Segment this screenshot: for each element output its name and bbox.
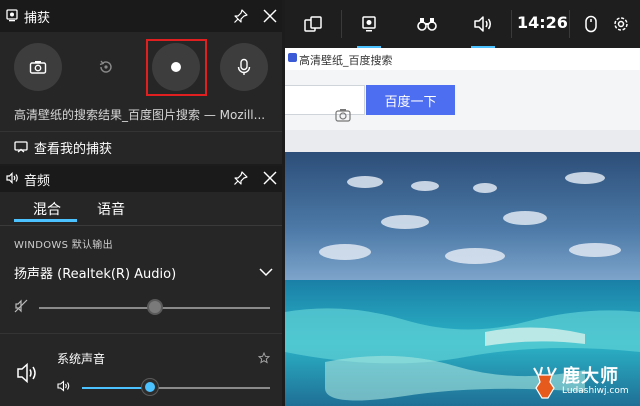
audio-header: 音频 (0, 166, 282, 192)
performance-widget-button[interactable] (407, 0, 447, 48)
mic-icon (237, 58, 251, 75)
system-volume-thumb[interactable] (141, 379, 158, 395)
mouse-icon (585, 15, 597, 33)
pin-icon[interactable] (233, 8, 249, 24)
deer-logo-icon (533, 366, 557, 399)
binoculars-icon (417, 18, 437, 31)
widget-menu-icon (304, 16, 322, 32)
watermark: 鹿大师 Ludashiwj.com (528, 362, 640, 406)
browser-tab-strip: 高清壁纸_百度搜索 (285, 48, 640, 70)
close-icon[interactable] (262, 8, 278, 24)
record-highlight-box (146, 39, 207, 96)
capture-icon (362, 16, 376, 32)
browser-tab-title[interactable]: 高清壁纸_百度搜索 (299, 52, 393, 68)
capture-header-icon (6, 9, 18, 22)
system-sounds-label: 系统声音 (57, 352, 106, 366)
chevron-down-icon (259, 268, 273, 277)
capture-divider (0, 131, 282, 132)
baidu-logo-icon (288, 53, 297, 62)
browser-filter-strip (285, 130, 640, 152)
pin-icon[interactable] (233, 170, 249, 186)
see-my-captures-link[interactable]: 查看我的捕获 (14, 137, 112, 157)
baidu-search-button[interactable]: 百度一下 (366, 85, 455, 115)
browser-search-row: 百度一下 (285, 70, 640, 130)
widget-menu-button[interactable] (293, 0, 333, 48)
camera-icon (29, 61, 47, 74)
clock: 14:26 (517, 13, 568, 32)
see-my-captures-label: 查看我的捕获 (34, 141, 113, 157)
device-volume-thumb[interactable] (146, 299, 163, 315)
capture-widget: 捕获 高清壁纸的搜索结果_百度图片搜索 — Mozill... 查看我的捕获 (0, 0, 282, 164)
watermark-main: 鹿大师 (562, 366, 619, 387)
gamebar-separator (341, 10, 342, 38)
background-browser: 高清壁纸_百度搜索 百度一下 (285, 0, 640, 406)
active-indicator (357, 46, 381, 48)
active-indicator (471, 46, 495, 48)
output-device-name: 扬声器 (Realtek(R) Audio) (14, 266, 177, 282)
settings-icon (614, 17, 628, 31)
tab-voice[interactable]: 语音 (97, 199, 125, 219)
favorite-star-icon[interactable] (258, 352, 270, 364)
output-device-dropdown[interactable]: 扬声器 (Realtek(R) Audio) (14, 261, 274, 283)
game-bar: 14:26 (285, 0, 640, 48)
system-sounds-icon (17, 362, 36, 384)
active-tab-indicator (14, 219, 77, 222)
capture-header: 捕获 (0, 0, 282, 32)
audio-header-icon (6, 172, 18, 184)
gamebar-separator (569, 10, 570, 38)
capture-title: 捕获 (24, 11, 51, 26)
screenshot-button[interactable] (14, 43, 62, 91)
default-output-label: WINDOWS 默认输出 (14, 240, 113, 251)
browser-search-input[interactable] (285, 85, 365, 122)
record-last-30s-button[interactable] (82, 43, 130, 91)
section-divider (0, 333, 282, 334)
system-volume-fill (82, 387, 150, 389)
watermark-sub: Ludashiwj.com (562, 386, 629, 396)
speaker-icon (474, 16, 491, 32)
gallery-icon (14, 141, 28, 153)
capture-source-window: 高清壁纸的搜索结果_百度图片搜索 — Mozill... (14, 108, 266, 122)
record-last-icon (99, 60, 112, 73)
audio-widget-button[interactable] (463, 0, 503, 48)
tabs-divider (0, 225, 282, 226)
volume-small-icon[interactable] (57, 380, 71, 392)
close-icon[interactable] (262, 170, 278, 186)
camera-search-icon[interactable] (335, 108, 351, 122)
gamebar-separator (511, 10, 512, 38)
audio-title: 音频 (24, 174, 51, 189)
settings-button[interactable] (601, 0, 640, 48)
muted-speaker-icon[interactable] (14, 299, 28, 313)
tab-mix[interactable]: 混合 (33, 199, 61, 219)
capture-widget-button[interactable] (349, 0, 389, 48)
microphone-toggle-button[interactable] (220, 43, 268, 91)
audio-widget: 音频 混合 语音 WINDOWS 默认输出 扬声器 (Realtek(R) Au… (0, 166, 282, 406)
